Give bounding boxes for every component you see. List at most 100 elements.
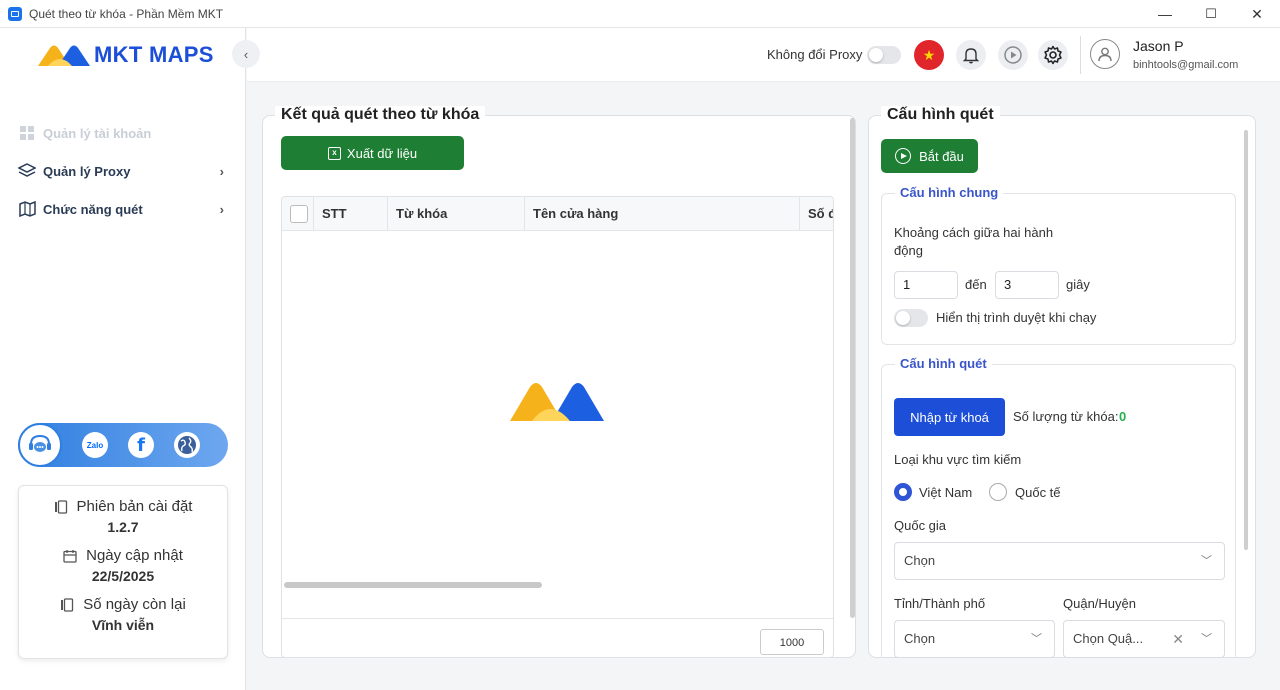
scan-config-title: Cấu hình quét xyxy=(895,356,992,371)
calendar-icon xyxy=(63,549,77,563)
minimize-button[interactable]: — xyxy=(1142,0,1188,28)
clear-icon[interactable]: ✕ xyxy=(1172,621,1184,657)
region-international-radio[interactable] xyxy=(989,483,1007,501)
updated-label: Ngày cập nhật xyxy=(86,547,183,564)
select-all-cell xyxy=(282,197,314,231)
mkt-logo-icon xyxy=(38,45,90,66)
column-header-stt[interactable]: STT xyxy=(314,197,388,231)
district-select-value: Chọn Quậ... xyxy=(1073,631,1144,646)
vietnam-flag-icon[interactable]: ★ xyxy=(914,40,944,70)
sidebar-item-scan[interactable]: Chức năng quét › xyxy=(0,190,246,228)
version-value: 1.2.7 xyxy=(107,519,139,535)
interval-unit-label: giây xyxy=(1066,277,1090,292)
region-international-label: Quốc tế xyxy=(1015,485,1061,500)
proxy-toggle-label: Không đổi Proxy xyxy=(767,47,863,62)
country-select-value: Chọn xyxy=(904,553,936,568)
interval-label-cont: động xyxy=(894,243,923,258)
sidebar-item-account[interactable]: Quản lý tài khoản xyxy=(0,114,246,152)
remaining-row: Số ngày còn lại Vĩnh viễn xyxy=(19,596,227,633)
results-vertical-scrollbar[interactable] xyxy=(850,118,855,618)
chevron-right-icon: › xyxy=(219,164,224,179)
updated-row: Ngày cập nhật 22/5/2025 xyxy=(19,547,227,584)
interval-to-label: đến xyxy=(965,277,987,292)
user-name: Jason P xyxy=(1133,38,1184,54)
play-icon xyxy=(895,148,912,164)
user-email: binhtools@gmail.com xyxy=(1133,59,1239,71)
sidebar: MKT MAPS Quản lý tài khoản Quản lý Proxy… xyxy=(0,28,246,690)
globe-icon[interactable] xyxy=(174,432,200,458)
proxy-toggle[interactable] xyxy=(867,46,901,64)
district-select[interactable]: Chọn Quậ... ✕ ﹀ xyxy=(1063,620,1225,658)
config-panel: Cấu hình quét Bắt đầu Cấu hình chung Kho… xyxy=(868,106,1256,684)
map-icon xyxy=(18,200,36,218)
grid-icon xyxy=(18,124,36,142)
keyword-count-label: Số lượng từ khóa: xyxy=(1013,409,1119,424)
remaining-value: Vĩnh viễn xyxy=(91,617,155,633)
table-header: STT Từ khóa Tên cửa hàng Số đ xyxy=(282,197,833,231)
export-data-button[interactable]: x Xuất dữ liệu xyxy=(281,136,464,170)
layers-icon xyxy=(18,162,36,180)
region-vietnam-label: Việt Nam xyxy=(919,485,973,500)
chevron-down-icon: ﹀ xyxy=(1031,633,1042,645)
config-vertical-scrollbar[interactable] xyxy=(1244,130,1248,550)
chevron-down-icon: ﹀ xyxy=(1201,555,1212,567)
export-button-label: Xuất dữ liệu xyxy=(346,145,418,161)
version-label: Phiên bản cài đặt xyxy=(76,498,193,515)
zalo-icon[interactable]: Zalo xyxy=(82,432,108,458)
facebook-icon[interactable]: f xyxy=(128,432,154,458)
import-keywords-button[interactable]: Nhập từ khoá xyxy=(894,398,1005,436)
sidebar-nav: Quản lý tài khoản Quản lý Proxy › Chức n… xyxy=(0,114,246,228)
sidebar-item-proxy[interactable]: Quản lý Proxy › xyxy=(0,152,246,190)
interval-label: Khoảng cách giữa hai hành xyxy=(894,225,1054,240)
column-header-store-name[interactable]: Tên cửa hàng xyxy=(525,197,800,231)
interval-to-input[interactable]: 3 xyxy=(995,271,1059,299)
interval-from-input[interactable]: 1 xyxy=(894,271,958,299)
results-table: STT Từ khóa Tên cửa hàng Số đ 1000 xyxy=(281,196,834,658)
keyword-count-value: 0 xyxy=(1119,409,1127,424)
collapse-sidebar-button[interactable]: ‹ xyxy=(232,40,260,68)
sidebar-item-label: Quản lý Proxy xyxy=(43,163,131,179)
show-browser-label: Hiển thị trình duyệt khi chạy xyxy=(936,310,1097,325)
results-panel: Kết quả quét theo từ khóa x Xuất dữ liệu… xyxy=(262,106,856,658)
general-config-title: Cấu hình chung xyxy=(895,185,1004,200)
page-size-select[interactable]: 1000 xyxy=(760,629,824,655)
window-title: Quét theo từ khóa - Phần Mềm MKT xyxy=(29,6,224,21)
sidebar-item-label: Chức năng quét xyxy=(43,201,143,217)
general-config-section: Cấu hình chung Khoảng cách giữa hai hành… xyxy=(881,185,1236,345)
start-button[interactable]: Bắt đầu xyxy=(881,139,978,173)
social-bar: Zalo f xyxy=(18,423,228,467)
config-clip-cover xyxy=(868,658,1280,690)
support-chat-icon[interactable] xyxy=(18,423,62,467)
close-button[interactable]: ✕ xyxy=(1234,0,1280,28)
country-select[interactable]: Chọn ﹀ xyxy=(894,542,1225,580)
country-label: Quốc gia xyxy=(894,518,947,533)
logo-text: MKT MAPS xyxy=(94,42,214,67)
logo: MKT MAPS xyxy=(36,42,214,68)
window-controls: — ☐ ✕ xyxy=(1142,0,1280,28)
column-header-keyword[interactable]: Từ khóa xyxy=(388,197,525,231)
settings-gear-icon[interactable] xyxy=(1038,40,1068,70)
show-browser-toggle[interactable] xyxy=(894,309,928,327)
excel-icon: x xyxy=(327,146,341,160)
empty-state-logo-icon xyxy=(510,383,604,421)
version-row: Phiên bản cài đặt 1.2.7 xyxy=(19,498,227,535)
notification-bell-icon[interactable] xyxy=(956,40,986,70)
select-all-checkbox[interactable] xyxy=(290,205,308,223)
sidebar-item-label: Quản lý tài khoản xyxy=(43,125,152,141)
horizontal-scrollbar[interactable] xyxy=(284,582,542,588)
maximize-button[interactable]: ☐ xyxy=(1188,0,1234,28)
user-avatar-icon[interactable] xyxy=(1090,39,1120,69)
table-footer: 1000 xyxy=(282,618,833,657)
province-select-value: Chọn xyxy=(904,631,936,646)
district-label: Quận/Huyện xyxy=(1063,596,1136,611)
province-label: Tỉnh/Thành phố xyxy=(894,596,986,611)
region-vietnam-radio[interactable] xyxy=(894,483,912,501)
play-tutorial-icon[interactable] xyxy=(998,40,1028,70)
remaining-icon xyxy=(61,597,74,612)
header: Không đổi Proxy ★ Jason P binhtools@gmai… xyxy=(247,28,1280,82)
updated-value: 22/5/2025 xyxy=(91,568,155,584)
province-select[interactable]: Chọn ﹀ xyxy=(894,620,1055,658)
version-icon xyxy=(54,499,67,514)
title-bar: Quét theo từ khóa - Phần Mềm MKT — ☐ ✕ xyxy=(0,0,1280,28)
column-header-phone[interactable]: Số đ xyxy=(800,197,833,231)
